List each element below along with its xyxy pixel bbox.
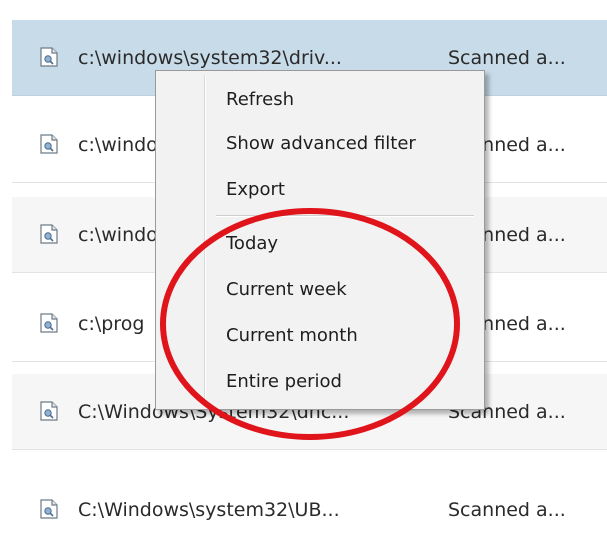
file-icon [40, 312, 58, 333]
file-path: c:\prog [78, 312, 145, 335]
menu-item-current-week[interactable]: Current week [226, 271, 476, 307]
menu-item-export[interactable]: Export [226, 171, 476, 207]
context-menu: Refresh Show advanced filter Export Toda… [155, 70, 485, 410]
menu-item-current-month[interactable]: Current month [226, 317, 476, 353]
menu-item-show-advanced-filter[interactable]: Show advanced filter [226, 125, 476, 161]
menu-item-refresh[interactable]: Refresh [226, 81, 476, 117]
file-icon [40, 400, 58, 421]
file-icon [40, 133, 58, 154]
file-icon [40, 46, 58, 67]
menu-item-entire-period[interactable]: Entire period [226, 363, 476, 399]
menu-separator [216, 215, 474, 217]
table-row[interactable]: C:\Windows\system32\UB... Scanned a... [12, 472, 607, 548]
file-icon [40, 499, 58, 519]
menu-icon-gutter [204, 75, 206, 405]
menu-item-today[interactable]: Today [226, 225, 476, 261]
file-icon [40, 223, 58, 244]
file-path: C:\Windows\system32\UB... [78, 499, 340, 521]
scan-status: Scanned a... [448, 499, 566, 521]
